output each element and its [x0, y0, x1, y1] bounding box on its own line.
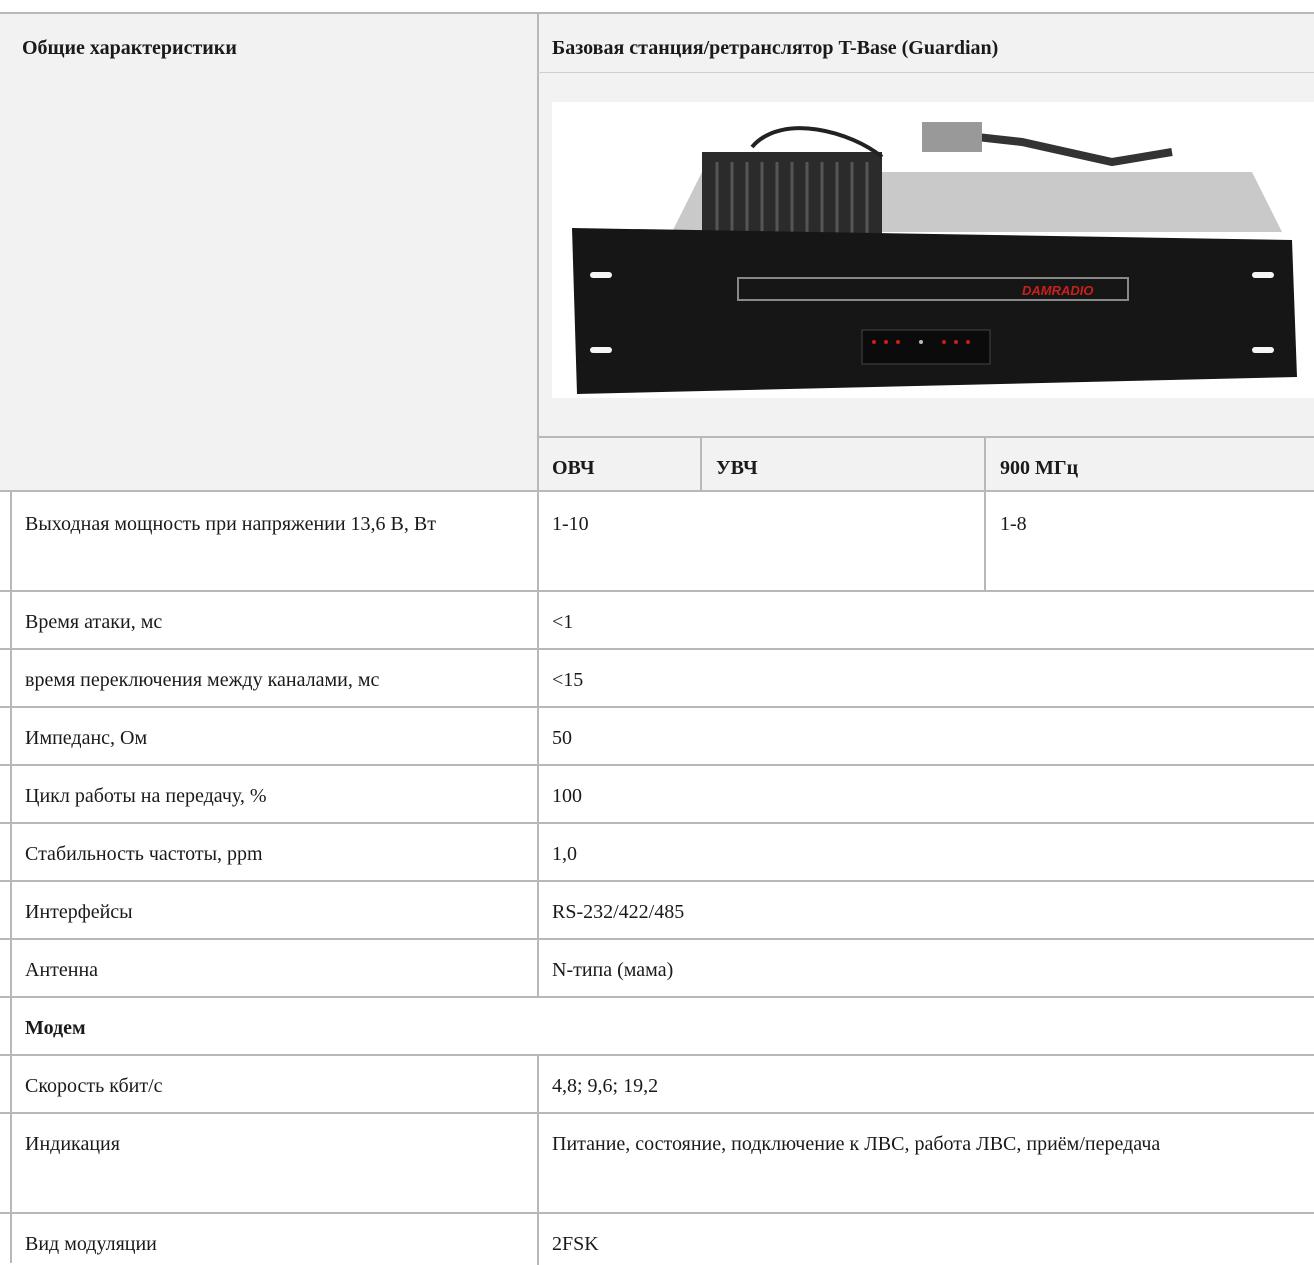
- row-label: Скорость кбит/с: [25, 1075, 163, 1097]
- row-label: Цикл работы на передачу, %: [25, 785, 267, 807]
- row-value: RS-232/422/485: [552, 901, 685, 923]
- section-title: Модем: [25, 1017, 86, 1039]
- table-row: Импеданс, Ом 50: [0, 706, 1314, 766]
- table-row: Интерфейсы RS-232/422/485: [0, 880, 1314, 940]
- row-label: Индикация: [25, 1133, 120, 1155]
- table-row: Стабильность частоты, ppm 1,0: [0, 822, 1314, 882]
- row-value: N-типа (мама): [552, 959, 674, 981]
- header-left-title: Общие характеристики: [22, 37, 237, 59]
- table-row: Цикл работы на передачу, % 100: [0, 764, 1314, 824]
- table-row: Антенна N-типа (мама): [0, 938, 1314, 998]
- band-900: 900 МГц: [1000, 457, 1079, 479]
- table-row: Время атаки, мс <1: [0, 590, 1314, 650]
- band-uhf: УВЧ: [716, 457, 758, 479]
- row-label: Вид модуляции: [25, 1233, 157, 1255]
- brand-logo: DAMRADIO: [1022, 283, 1094, 298]
- table-row: Индикация Питание, состояние, подключени…: [0, 1112, 1314, 1214]
- table-row: Выходная мощность при напряжении 13,6 В,…: [0, 490, 1314, 592]
- row-label: Антенна: [25, 959, 99, 981]
- row-value: 1-10: [552, 513, 589, 535]
- row-value: <15: [552, 669, 584, 691]
- row-value: 1,0: [552, 843, 577, 865]
- row-value: 100: [552, 785, 582, 807]
- row-value: 50: [552, 727, 572, 749]
- row-label: Выходная мощность при напряжении 13,6 В,…: [25, 513, 436, 535]
- row-label: Интерфейсы: [25, 901, 133, 923]
- table-header-row: Общие характеристики Базовая станция/рет…: [0, 12, 1314, 492]
- row-label: Время атаки, мс: [25, 611, 163, 633]
- row-value: 2FSK: [552, 1233, 599, 1255]
- table-row: время переключения между каналами, мс <1…: [0, 648, 1314, 708]
- row-label: Стабильность частоты, ppm: [25, 843, 263, 865]
- band-vhf: ОВЧ: [552, 457, 595, 479]
- row-value: <1: [552, 611, 574, 633]
- product-photo: DAMRADIO: [552, 102, 1314, 398]
- row-label: Импеданс, Ом: [25, 727, 148, 749]
- row-value-900: 1-8: [1000, 513, 1027, 535]
- table-row: Вид модуляции 2FSK: [0, 1212, 1314, 1265]
- row-value: 4,8; 9,6; 19,2: [552, 1075, 659, 1097]
- row-value: Питание, состояние, подключение к ЛВС, р…: [552, 1133, 1161, 1155]
- section-header-row: Модем: [0, 996, 1314, 1056]
- table-row: Скорость кбит/с 4,8; 9,6; 19,2: [0, 1054, 1314, 1114]
- row-label: время переключения между каналами, мс: [25, 669, 380, 691]
